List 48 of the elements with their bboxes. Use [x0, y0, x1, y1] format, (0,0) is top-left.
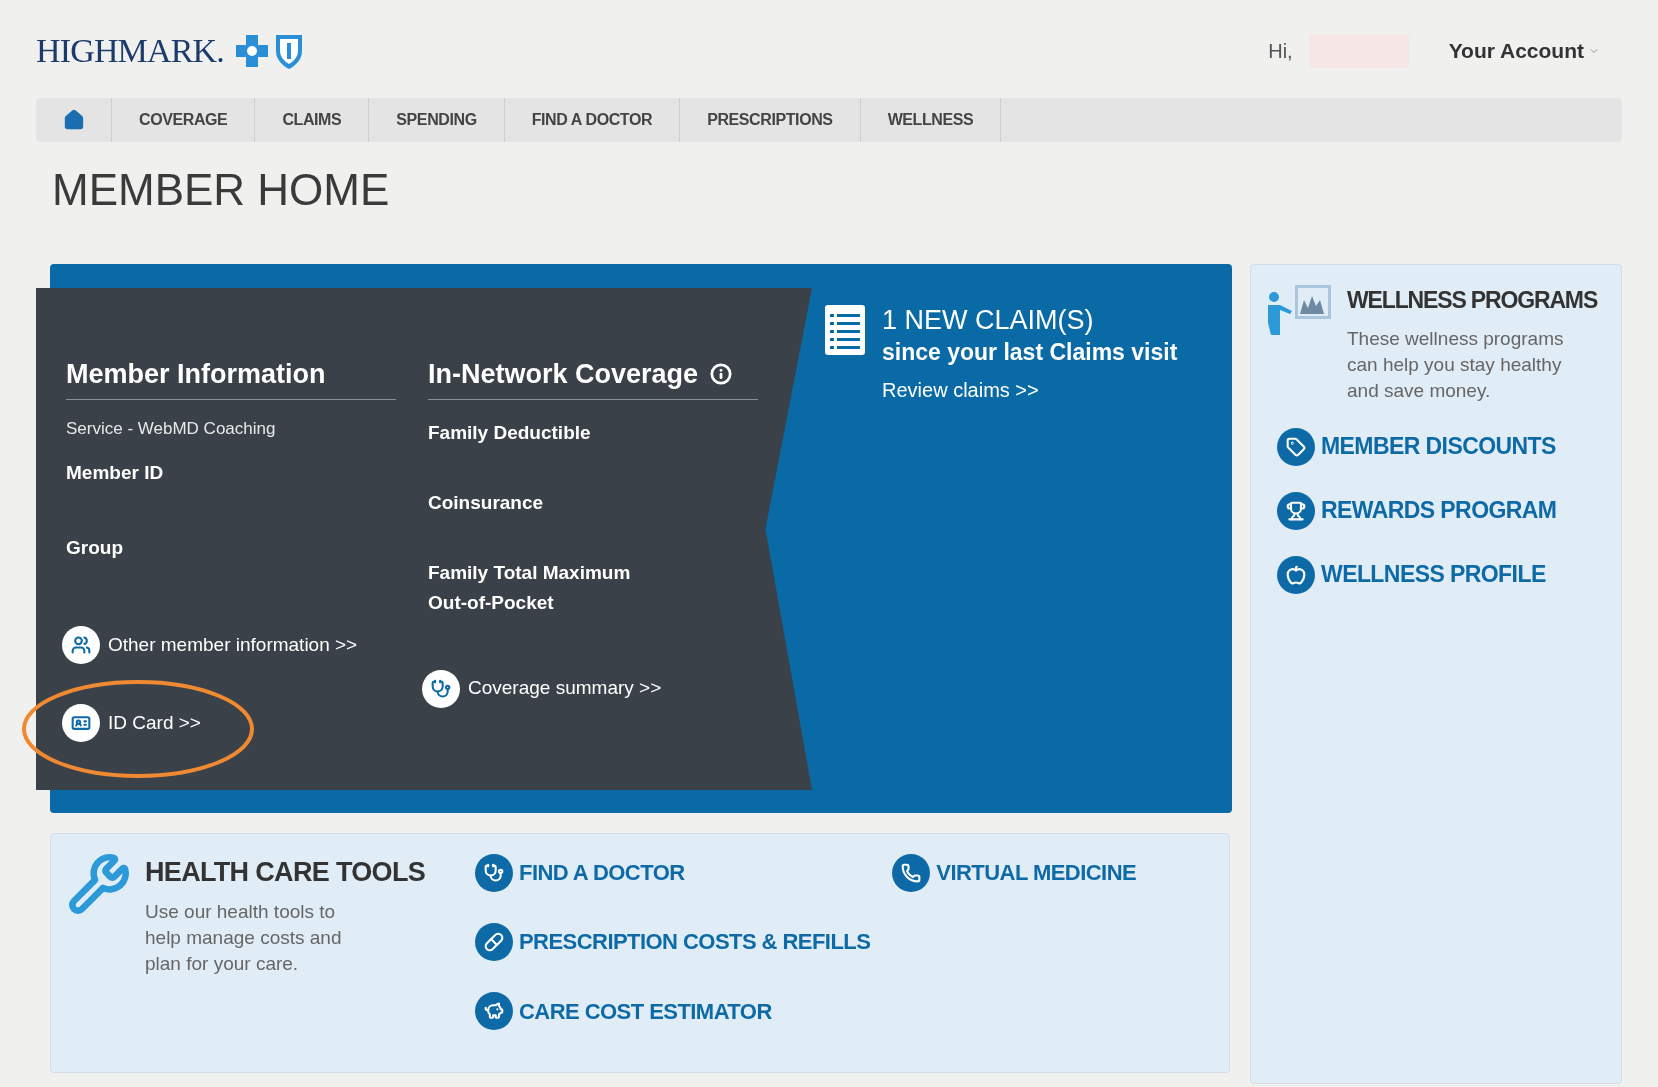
claims-headline: 1 NEW CLAIM(S) [882, 304, 1095, 337]
tool-link[interactable]: FIND A DOCTOR [519, 856, 685, 890]
coverage-link[interactable]: Coverage summary >> [468, 674, 662, 703]
wellness-description: These wellness programs can help you stay healthy and save money. [1347, 326, 1565, 403]
pill-icon [475, 923, 513, 961]
info-link[interactable]: Other member information >> [108, 630, 358, 660]
nav-tab[interactable]: SPENDING [369, 98, 505, 142]
piggy-bank-icon [475, 992, 513, 1031]
phone-icon [892, 853, 931, 892]
tag-icon [1277, 427, 1315, 466]
info-link[interactable]: ID Card >> [108, 708, 201, 738]
nav-tab[interactable]: CLAIMS [255, 98, 370, 142]
list-icon [824, 304, 866, 356]
field-label: Family Total Maximum Out-of-Pocket [428, 560, 632, 615]
stethoscope-icon [475, 853, 513, 892]
account-menu[interactable]: Your Account [1448, 35, 1600, 67]
tool-link[interactable]: CARE COST ESTIMATOR [519, 994, 772, 1028]
greeting-text: Hi, [1268, 39, 1293, 64]
wellness-link[interactable]: WELLNESS PROFILE [1321, 557, 1546, 592]
claims-subline: since your last Claims visit [882, 337, 1178, 367]
review-claims-link[interactable]: Review claims >> [882, 374, 1178, 405]
nav-tab[interactable]: COVERAGE [112, 98, 256, 142]
trophy-icon [1277, 491, 1315, 530]
info-icon[interactable] [710, 363, 733, 386]
logo-text: HIGHMARK. [36, 34, 224, 68]
field-label: Coinsurance [428, 490, 545, 515]
section-heading: Member Information [66, 354, 396, 400]
service-text: Service - WebMD Coaching [66, 417, 277, 440]
wellness-link[interactable]: MEMBER DISCOUNTS [1321, 429, 1556, 464]
nav-tab[interactable]: FIND A DOCTOR [504, 98, 681, 142]
stethoscope-icon [422, 669, 460, 708]
id-card-icon [62, 704, 100, 742]
field-label: Member ID [66, 461, 165, 485]
wellness-link[interactable]: REWARDS PROGRAM [1321, 493, 1557, 528]
nav-tab[interactable]: WELLNESS [860, 98, 1002, 142]
field-label: Group [66, 535, 124, 560]
tools-description: Use our health tools to help manage costs and plan for your care. [145, 899, 343, 976]
field-label: Family Deductible [428, 420, 592, 445]
section-heading: In-Network Coverage [428, 358, 699, 391]
people-icon [62, 626, 100, 664]
wellness-heading: WELLNESS PROGRAMS [1347, 286, 1598, 315]
page-title: MEMBER HOME [52, 168, 391, 212]
apple-icon [1277, 555, 1315, 594]
nav-tab[interactable]: PRESCRIPTIONS [680, 98, 861, 142]
wrench-icon [67, 852, 131, 916]
tool-link[interactable]: PRESCRIPTION COSTS & REFILLS [519, 925, 871, 959]
tool-link[interactable]: VIRTUAL MEDICINE [936, 856, 1137, 890]
tools-heading: HEALTH CARE TOOLS [145, 856, 427, 889]
